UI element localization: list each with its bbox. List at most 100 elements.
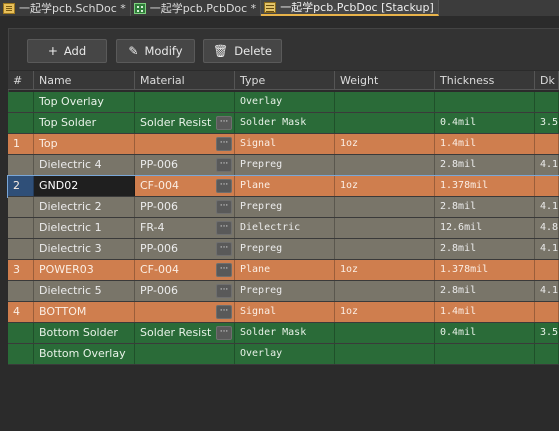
layer-weight-cell[interactable]: 1oz (335, 176, 435, 196)
tab-pcbdoc[interactable]: 一起学pcb.PcbDoc * (130, 0, 262, 16)
layer-number-cell[interactable]: 1 (8, 134, 34, 154)
layer-dk-cell[interactable]: 4.1 (535, 197, 559, 217)
layer-name-cell[interactable]: Top Solder (34, 113, 135, 133)
column-header-number[interactable]: # (8, 71, 34, 90)
layer-thickness-cell[interactable]: 2.8mil (435, 239, 535, 259)
layer-dk-cell[interactable]: 3.5 (535, 323, 559, 343)
layer-number-cell[interactable] (8, 344, 34, 364)
layer-thickness-cell[interactable]: 2.8mil (435, 197, 535, 217)
layer-weight-cell[interactable] (335, 155, 435, 175)
layer-type-cell[interactable]: Dielectric (235, 218, 335, 238)
layer-row[interactable]: Dielectric 5 PP-006 Prepreg 2.8mil 4.1 ··· (8, 281, 559, 302)
layer-dk-cell[interactable] (535, 260, 559, 280)
layer-weight-cell[interactable] (335, 323, 435, 343)
layer-type-cell[interactable]: Prepreg (235, 239, 335, 259)
layer-type-cell[interactable]: Prepreg (235, 281, 335, 301)
column-header-material[interactable]: Material (135, 71, 235, 90)
material-browse-button[interactable]: ··· (216, 305, 232, 319)
layer-row[interactable]: Bottom Overlay Overlay (8, 344, 559, 365)
layer-number-cell[interactable] (8, 323, 34, 343)
layer-weight-cell[interactable] (335, 218, 435, 238)
layer-name-cell[interactable]: Dielectric 4 (34, 155, 135, 175)
layer-weight-cell[interactable]: 1oz (335, 134, 435, 154)
material-browse-button[interactable]: ··· (216, 116, 232, 130)
layer-name-cell[interactable]: Dielectric 3 (34, 239, 135, 259)
layer-name-cell[interactable]: BOTTOM (34, 302, 135, 322)
material-browse-button[interactable]: ··· (216, 284, 232, 298)
layer-weight-cell[interactable] (335, 281, 435, 301)
layer-type-cell[interactable]: Prepreg (235, 197, 335, 217)
tab-schdoc[interactable]: 一起学pcb.SchDoc * (0, 0, 131, 16)
material-browse-button[interactable]: ··· (216, 263, 232, 277)
layer-dk-cell[interactable]: 4.8 (535, 218, 559, 238)
layer-row[interactable]: Dielectric 1 FR-4 Dielectric 12.6mil 4.8 ··· (8, 218, 559, 239)
column-header-dk[interactable]: Dk (535, 71, 559, 90)
column-header-weight[interactable]: Weight (335, 71, 435, 90)
layer-thickness-cell[interactable]: 1.4mil (435, 134, 535, 154)
layer-dk-cell[interactable] (535, 302, 559, 322)
layer-thickness-cell[interactable]: 1.378mil (435, 260, 535, 280)
layer-name-cell[interactable]: Dielectric 1 (34, 218, 135, 238)
layer-type-cell[interactable]: Signal (235, 134, 335, 154)
layer-dk-cell[interactable]: 4.1 (535, 155, 559, 175)
material-browse-button[interactable]: ··· (216, 200, 232, 214)
layer-number-cell[interactable] (8, 281, 34, 301)
layer-name-cell[interactable]: Bottom Overlay (34, 344, 135, 364)
layer-row[interactable]: 3 POWER03 CF-004 Plane 1oz 1.378mil ··· (8, 260, 559, 281)
layer-thickness-cell[interactable]: 2.8mil (435, 155, 535, 175)
layer-type-cell[interactable]: Overlay (235, 92, 335, 112)
layer-dk-cell[interactable]: 3.5 (535, 113, 559, 133)
column-header-thickness[interactable]: Thickness (435, 71, 535, 90)
layer-row[interactable]: 4 BOTTOM Signal 1oz 1.4mil ··· (8, 302, 559, 323)
layer-thickness-cell[interactable]: 1.4mil (435, 302, 535, 322)
layer-dk-cell[interactable] (535, 92, 559, 112)
layer-thickness-cell[interactable] (435, 92, 535, 112)
layer-name-cell[interactable]: Top Overlay (34, 92, 135, 112)
layer-type-cell[interactable]: Plane (235, 176, 335, 196)
material-browse-button[interactable]: ··· (216, 179, 232, 193)
layer-weight-cell[interactable]: 1oz (335, 302, 435, 322)
layer-type-cell[interactable]: Prepreg (235, 155, 335, 175)
material-browse-button[interactable]: ··· (216, 137, 232, 151)
layer-dk-cell[interactable]: 4.1 (535, 239, 559, 259)
layer-dk-cell[interactable] (535, 344, 559, 364)
layer-number-cell[interactable] (8, 113, 34, 133)
material-browse-button[interactable]: ··· (216, 326, 232, 340)
layer-dk-cell[interactable] (535, 134, 559, 154)
layer-number-cell[interactable] (8, 197, 34, 217)
layer-thickness-cell[interactable]: 1.378mil (435, 176, 535, 196)
layer-name-cell[interactable]: GND02 (34, 176, 135, 196)
material-browse-button[interactable]: ··· (216, 242, 232, 256)
layer-weight-cell[interactable] (335, 239, 435, 259)
layer-thickness-cell[interactable]: 0.4mil (435, 113, 535, 133)
layer-name-cell[interactable]: Dielectric 5 (34, 281, 135, 301)
material-browse-button[interactable]: ··· (216, 221, 232, 235)
layer-dk-cell[interactable]: 4.1 (535, 281, 559, 301)
layer-row[interactable]: Top Solder Solder Resist Solder Mask 0.4mil… (8, 113, 559, 134)
layer-row[interactable]: Dielectric 4 PP-006 Prepreg 2.8mil 4.1 ··· (8, 155, 559, 176)
layer-row[interactable]: Dielectric 3 PP-006 Prepreg 2.8mil 4.1 ··· (8, 239, 559, 260)
layer-weight-cell[interactable] (335, 113, 435, 133)
layer-thickness-cell[interactable]: 2.8mil (435, 281, 535, 301)
delete-layer-button[interactable]: 🗑 Delete (203, 39, 282, 63)
layer-number-cell[interactable]: 4 (8, 302, 34, 322)
layer-thickness-cell[interactable]: 12.6mil (435, 218, 535, 238)
material-browse-button[interactable]: ··· (216, 158, 232, 172)
modify-layer-button[interactable]: ✎ Modify (116, 39, 195, 63)
column-header-name[interactable]: Name (34, 71, 135, 90)
column-header-type[interactable]: Type (235, 71, 335, 90)
layer-number-cell[interactable]: 2 (8, 176, 34, 196)
layer-row[interactable]: Top Overlay Overlay (8, 92, 559, 113)
layer-number-cell[interactable]: 3 (8, 260, 34, 280)
layer-row[interactable]: Dielectric 2 PP-006 Prepreg 2.8mil 4.1 ··· (8, 197, 559, 218)
layer-name-cell[interactable]: POWER03 (34, 260, 135, 280)
layer-type-cell[interactable]: Overlay (235, 344, 335, 364)
layer-number-cell[interactable] (8, 155, 34, 175)
layer-row[interactable]: Bottom Solder Solder Resist Solder Mask 0.4… (8, 323, 559, 344)
layer-type-cell[interactable]: Plane (235, 260, 335, 280)
tab-stackup[interactable]: 一起学pcb.PcbDoc [Stackup] (261, 0, 439, 16)
layer-material-cell[interactable] (135, 92, 235, 112)
layer-weight-cell[interactable] (335, 92, 435, 112)
add-layer-button[interactable]: + Add (27, 39, 107, 63)
layer-type-cell[interactable]: Solder Mask (235, 323, 335, 343)
